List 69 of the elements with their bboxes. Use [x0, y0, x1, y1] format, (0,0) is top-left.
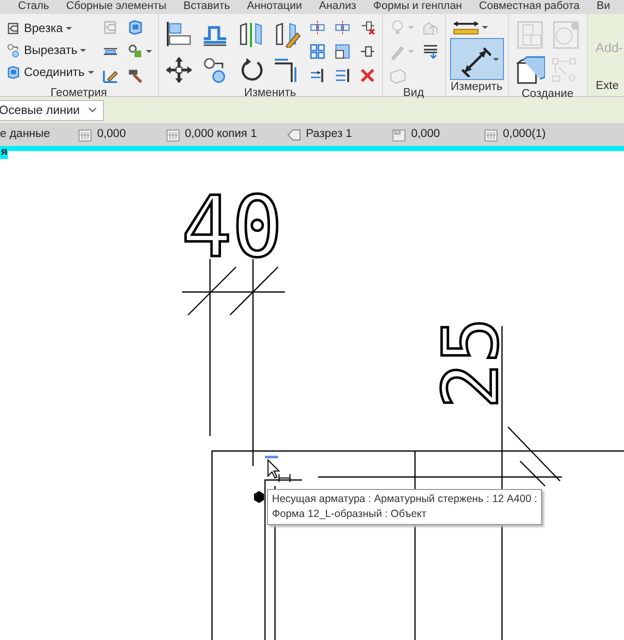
view-tab[interactable]: я [0, 146, 8, 159]
section-icon [286, 129, 301, 141]
delete-icon [358, 67, 376, 84]
circles-icon [6, 42, 21, 58]
status-text: 0,000 копия 1 [184, 127, 257, 142]
panel-title: Вид [402, 86, 425, 101]
split-icon [334, 19, 351, 36]
endpoint-marker [254, 491, 264, 503]
box-icon [126, 19, 144, 36]
cursor-icon [268, 458, 280, 479]
caret-icon [88, 70, 94, 74]
ribbon-tab[interactable]: Вставить [183, 0, 230, 14]
ribbon-tab[interactable]: Сталь [18, 0, 50, 14]
scale-icon [334, 43, 351, 60]
caret-icon [80, 48, 86, 52]
cube-gear-icon [550, 19, 581, 49]
ribbon-tab[interactable]: Совместная работа [479, 0, 580, 14]
status-text: 0,000 [97, 127, 126, 142]
grid-sheet-icon [166, 128, 180, 142]
panel-title: Геометрия [50, 86, 108, 101]
tooltip-line: Форма 12_L-образный : Объект [272, 507, 428, 522]
dimension-ruler-icon [452, 19, 480, 36]
panel-title: Измерить [450, 80, 504, 95]
brush-icon [388, 43, 406, 60]
caret-icon [408, 50, 414, 53]
panel-title: Exte [594, 79, 620, 94]
status-text: 0,000 [411, 127, 440, 142]
ribbon-tab[interactable]: Сборные элементы [66, 0, 166, 14]
align-icon [164, 20, 193, 48]
cubes-icon [514, 19, 545, 49]
pin-icon [358, 43, 376, 60]
hammer-icon [126, 67, 144, 84]
panel-title: Изменить [243, 86, 297, 101]
split-icon [308, 19, 326, 36]
chevron-icon [88, 107, 97, 113]
status-text: е данные [0, 127, 50, 142]
stacked-panes-icon [514, 55, 545, 85]
ribbon-button[interactable]: Соединить [4, 61, 96, 83]
move-icon [164, 56, 193, 84]
tooltip-line: Несущая арматура : Арматурный стержень : 12 А400 : [272, 492, 538, 507]
grid-icon [308, 43, 326, 60]
grid-sheet-icon [484, 128, 498, 142]
ribbon-button[interactable]: Врезка [4, 17, 96, 39]
flow-diagram-icon [550, 57, 577, 83]
ribbon-tab[interactable]: Ви [596, 0, 610, 14]
lines-arrow-icon [334, 67, 351, 84]
caret-icon [408, 26, 414, 29]
ribbon-tab[interactable]: Анализ [319, 0, 356, 14]
ribbon-button[interactable]: Вырезать [4, 39, 96, 61]
status-text: 0,000(1) [502, 127, 546, 142]
cut-icon [6, 20, 21, 36]
grid-sheet-icon [78, 128, 92, 142]
box-icon [6, 64, 21, 80]
caret-icon [492, 58, 499, 60]
caret-icon [482, 26, 488, 29]
tool-button[interactable] [450, 38, 504, 80]
highlight-mark [265, 456, 278, 458]
ribbon-tab[interactable]: Формы и генплан [373, 0, 462, 14]
bar-tag: 25 [426, 317, 515, 409]
lines-arrow-icon [308, 67, 326, 84]
lines-arrow-icon [422, 43, 439, 60]
bar-tag: 40 [181, 178, 283, 276]
caret-icon [66, 26, 72, 30]
cut-icon [102, 19, 119, 36]
status-text: Разрез 1 [306, 127, 352, 142]
panel-title: Создание [520, 87, 574, 102]
sheet-icon [392, 128, 406, 142]
caret-icon [146, 50, 152, 53]
ribbon-tab[interactable]: Аннотации [247, 0, 302, 14]
